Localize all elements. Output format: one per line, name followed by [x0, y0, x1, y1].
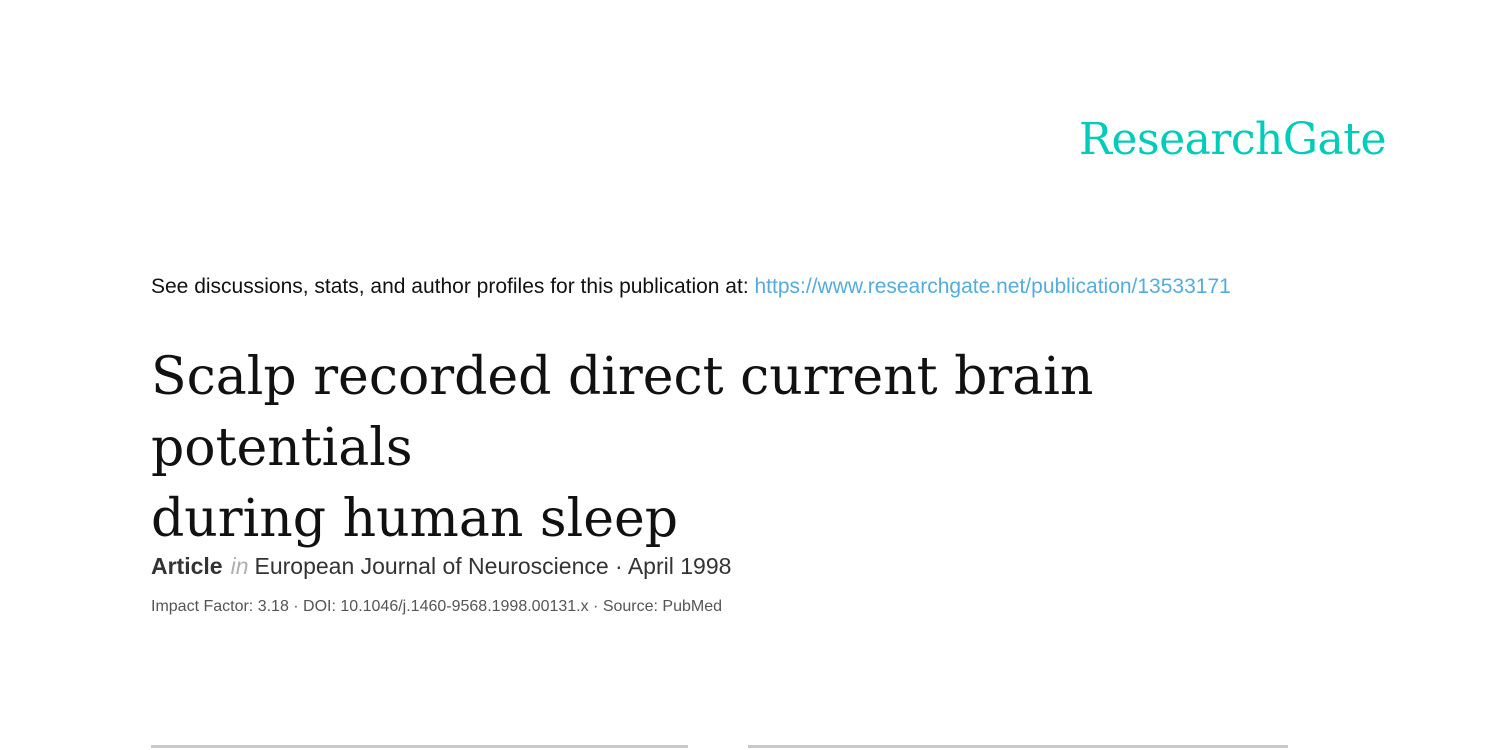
in-word: in [230, 553, 249, 579]
divider-right [748, 745, 1288, 748]
publication-title-line-1: Scalp recorded direct current brain pote… [151, 347, 1094, 478]
discussion-line: See discussions, stats, and author profi… [151, 274, 1231, 300]
publication-type: Article [151, 553, 223, 579]
publication-meta: Article in European Journal of Neuroscienc… [151, 552, 731, 580]
researchgate-logo[interactable]: ResearchGate [1079, 118, 1387, 162]
discussion-lead-text: See discussions, stats, and author profi… [151, 275, 755, 298]
divider-left [151, 745, 688, 748]
publication-details: Impact Factor: 3.18 · DOI: 10.1046/j.146… [151, 598, 723, 615]
publication-link[interactable]: https://www.researchgate.net/publication… [755, 275, 1231, 298]
publication-title-line-2: during human sleep [151, 489, 679, 549]
publication-title: Scalp recorded direct current brain pote… [151, 342, 1351, 555]
journal-and-date: European Journal of Neuroscience · April… [254, 553, 732, 579]
